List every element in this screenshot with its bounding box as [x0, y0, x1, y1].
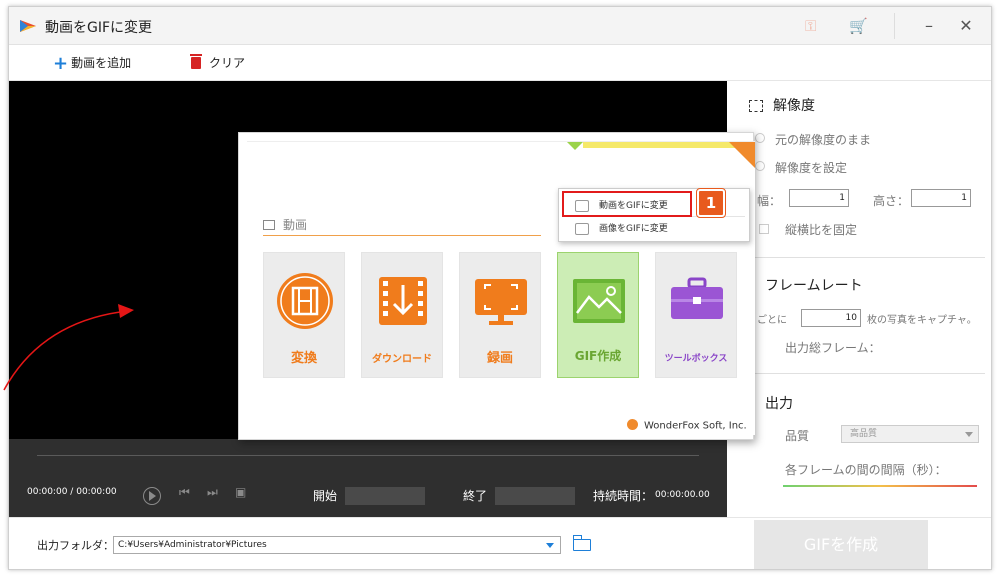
plus-icon: +	[53, 52, 69, 74]
clear-button[interactable]: クリア	[190, 53, 246, 72]
clear-label: クリア	[209, 56, 246, 70]
create-gif-button[interactable]: GIFを作成	[754, 520, 928, 569]
highlight-box	[562, 191, 692, 217]
framerate-heading: フレームレート	[765, 278, 863, 294]
end-label: 終了	[463, 489, 488, 503]
current-time: 00:00:00	[27, 487, 68, 497]
app-logo-icon	[20, 20, 36, 32]
width-label: 幅：	[757, 194, 782, 208]
lock-ratio-checkbox[interactable]	[759, 224, 769, 234]
screen-record-icon	[475, 279, 527, 325]
start-label: 開始	[313, 489, 338, 503]
trash-icon	[190, 53, 202, 69]
record-label: 録画	[486, 351, 513, 366]
play-icon[interactable]	[143, 487, 161, 505]
height-input[interactable]: 1	[911, 189, 971, 207]
output-folder-field[interactable]: C:¥Users¥Administrator¥Pictures	[113, 536, 561, 554]
keep-resolution-label: 元の解像度のまま	[775, 133, 872, 147]
add-video-label: 動画を追加	[71, 56, 132, 70]
record-tile[interactable]: 録画	[459, 252, 541, 378]
cart-icon[interactable]: 🛒	[849, 17, 868, 35]
settings-panel: 解像度 元の解像度のまま 解像度を設定 幅： 1 高さ： 1 縦横比を固定 フレ…	[727, 81, 991, 517]
lock-ratio-label: 縦横比を固定	[785, 223, 858, 237]
start-time-input[interactable]	[345, 487, 425, 505]
film-icon	[277, 273, 333, 329]
titlebar-divider	[894, 13, 895, 39]
quality-select[interactable]: 高品質	[841, 425, 979, 443]
download-tile[interactable]: ダウンロード	[361, 252, 443, 378]
fullscreen-icon	[749, 100, 763, 112]
video-section-icon	[263, 219, 275, 230]
wonderfox-logo-icon	[627, 419, 638, 430]
time-readout: 00:00:00 / 00:00:00	[27, 487, 117, 497]
width-input[interactable]: 1	[789, 189, 849, 207]
toolbox-label: ツールボックス	[664, 354, 728, 364]
duration-label: 持続時間：	[593, 489, 654, 503]
frame-interval-slider[interactable]	[783, 485, 977, 487]
launcher-panel: 動画 変換 ダウンロード 録画 GIF作成 ツールボックス WonderFox …	[247, 141, 755, 435]
framerate-input[interactable]: 10	[801, 309, 861, 327]
convert-tile[interactable]: 変換	[263, 252, 345, 378]
menu-item-image-to-gif[interactable]: 画像をGIFに変更	[569, 219, 745, 239]
gif-maker-label: GIF作成	[574, 349, 622, 363]
toolbox-tile[interactable]: ツールボックス	[655, 252, 737, 378]
decor-corner	[729, 142, 755, 176]
frame-interval-label: 各フレームの間の間隔（秒）：	[785, 463, 947, 477]
player-controls: 00:00:00 / 00:00:00 ⏮ ⏭ ▣ 開始 終了 持続時間： 00…	[9, 439, 727, 517]
window-title: 動画をGIFに変更	[45, 20, 153, 36]
gif-maker-tile[interactable]: GIF作成	[557, 252, 639, 378]
convert-label: 変換	[290, 351, 317, 366]
download-icon	[379, 277, 427, 325]
output-folder-label: 出力フォルダ：	[37, 539, 114, 552]
folder-icon[interactable]	[573, 535, 591, 551]
menu-item-label: 画像をGIFに変更	[599, 224, 668, 234]
end-time-input[interactable]	[495, 487, 575, 505]
panel-divider	[753, 373, 985, 374]
brand-footer: WonderFox Soft, Inc.	[627, 419, 747, 432]
key-icon[interactable]: ⚿	[805, 17, 816, 35]
launcher-popup: 動画 変換 ダウンロード 録画 GIF作成 ツールボックス WonderFox …	[238, 132, 755, 440]
output-heading: 出力	[765, 396, 793, 412]
next-frame-icon[interactable]: ⏭	[207, 485, 218, 500]
title-bar: 動画をGIFに変更 ⚿ 🛒 – ✕	[9, 7, 991, 45]
keep-resolution-radio[interactable]	[755, 133, 765, 143]
add-video-button[interactable]: + 動画を追加	[53, 54, 131, 72]
resolution-heading: 解像度	[749, 95, 815, 115]
total-time: 00:00:00	[76, 487, 117, 497]
close-button[interactable]: ✕	[954, 15, 978, 37]
chevron-down-icon[interactable]	[541, 537, 559, 553]
set-resolution-label: 解像度を設定	[775, 161, 848, 175]
snapshot-icon[interactable]: ▣	[235, 485, 246, 499]
time-separator: /	[70, 487, 74, 497]
download-label: ダウンロード	[372, 354, 432, 365]
framerate-prefix: ごとに	[757, 315, 787, 326]
gif-image-icon	[573, 279, 625, 323]
bottom-bar: 出力フォルダ： C:¥Users¥Administrator¥Pictures …	[9, 517, 991, 569]
height-label: 高さ：	[873, 194, 910, 208]
toolbox-icon	[671, 277, 723, 319]
set-resolution-radio[interactable]	[755, 161, 765, 171]
section-title: 動画	[263, 216, 307, 233]
minimize-button[interactable]: –	[917, 15, 941, 37]
section-rule	[263, 235, 541, 236]
framerate-suffix: 枚の写真をキャプチャ。	[867, 315, 977, 326]
annotation-arrow-icon	[3, 304, 134, 391]
toolbar: + 動画を追加 クリア	[9, 45, 991, 81]
duration-value: 00:00:00.00	[655, 490, 710, 500]
timeline-track[interactable]	[37, 455, 699, 456]
panel-divider	[753, 257, 985, 258]
decor-triangle	[567, 142, 583, 150]
decor-bar	[583, 142, 747, 148]
previous-frame-icon[interactable]: ⏮	[179, 485, 190, 500]
quality-label: 品質	[785, 429, 810, 443]
step-badge: 1	[696, 188, 726, 218]
total-frames-label: 出力総フレーム：	[785, 341, 881, 355]
image-icon	[575, 223, 589, 235]
